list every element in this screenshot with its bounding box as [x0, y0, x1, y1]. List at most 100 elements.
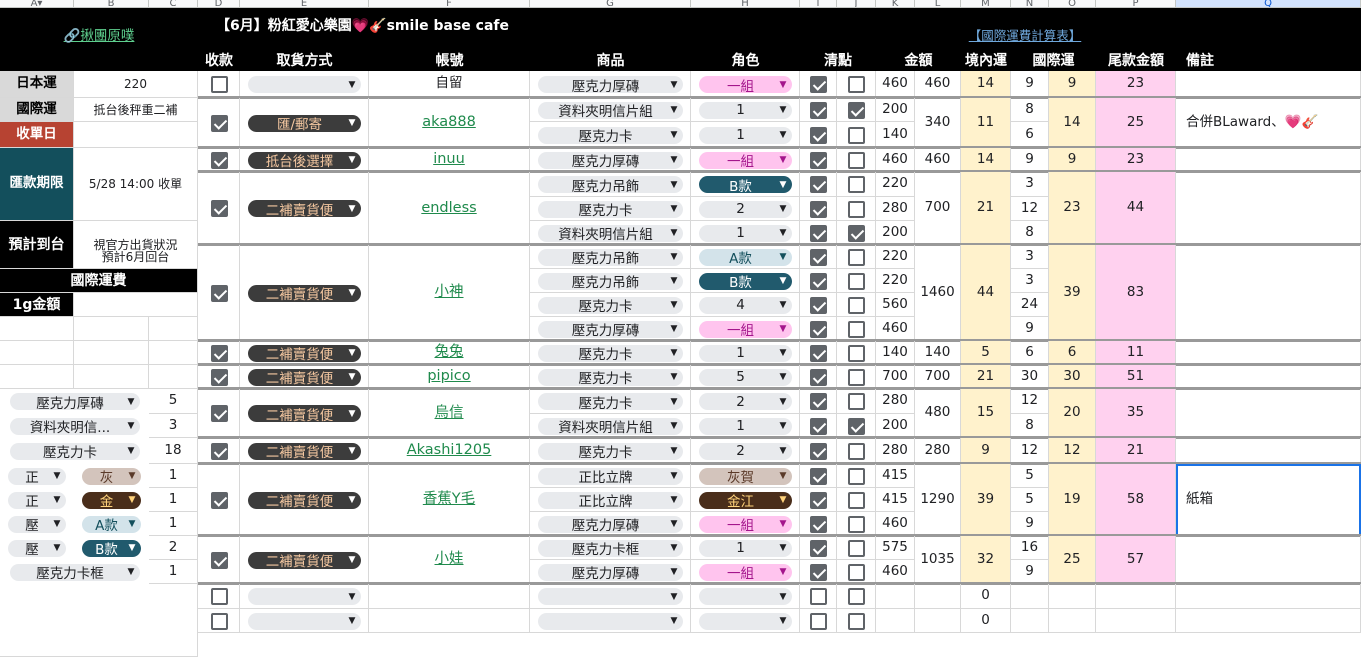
tally2-checkbox[interactable] — [848, 224, 865, 242]
role-dropdown[interactable]: ▼ — [699, 612, 792, 630]
left-item-3-a[interactable]: 正 ▼ — [8, 467, 66, 486]
tally-checkbox[interactable] — [810, 612, 827, 630]
column-header-K[interactable]: K — [876, 0, 915, 8]
blank-a[interactable] — [0, 341, 74, 365]
weight-cell[interactable] — [1011, 609, 1049, 633]
tally-checkbox[interactable] — [810, 76, 827, 93]
account-link[interactable]: 自留 — [369, 71, 530, 98]
left-item-5-a[interactable]: 壓 ▼ — [8, 515, 66, 534]
balance-cell[interactable] — [1096, 584, 1176, 609]
tally2-checkbox[interactable] — [848, 200, 865, 218]
tally2-checkbox[interactable] — [848, 176, 865, 193]
note-cell[interactable] — [1176, 341, 1361, 365]
left-item-1[interactable]: 資料夾明信... ▼ — [10, 417, 140, 436]
role-dropdown[interactable]: 一組 ▼ — [699, 76, 792, 95]
amount-cell[interactable] — [915, 584, 961, 609]
product-dropdown[interactable]: 壓克力卡 ▼ — [538, 126, 683, 145]
paid-checkbox[interactable] — [210, 344, 228, 362]
tally2-checkbox[interactable] — [848, 101, 865, 119]
intl-cell[interactable] — [1049, 609, 1096, 633]
blank-c[interactable] — [149, 317, 198, 341]
pickup-dropdown[interactable]: 二補賣貨便 ▼ — [248, 368, 361, 387]
column-header-H[interactable]: H — [691, 0, 800, 8]
tally2-checkbox[interactable] — [848, 320, 865, 338]
role-dropdown[interactable]: 2 ▼ — [699, 442, 792, 460]
product-dropdown[interactable]: 壓克力厚磚 ▼ — [538, 151, 683, 170]
product-dropdown[interactable]: ▼ — [538, 588, 683, 605]
column-header-C[interactable]: C — [149, 0, 198, 8]
role-dropdown[interactable]: 1 ▼ — [699, 417, 792, 435]
paid-checkbox[interactable] — [210, 114, 228, 132]
tally2-checkbox[interactable] — [848, 515, 865, 533]
chevron-down-icon[interactable]: ▾ — [37, 0, 42, 7]
column-header-P[interactable]: P — [1096, 0, 1176, 8]
price-cell[interactable] — [876, 584, 915, 609]
role-dropdown[interactable]: 1 ▼ — [699, 344, 792, 362]
product-dropdown[interactable]: 資料夾明信片組 ▼ — [538, 417, 683, 436]
tally2-checkbox[interactable] — [848, 442, 865, 460]
tally-checkbox[interactable] — [810, 539, 827, 557]
column-header-M[interactable]: M — [961, 0, 1011, 8]
intl-cell[interactable] — [1049, 584, 1096, 609]
intl-shipping-link[interactable]: 【國際運費計算表】 — [915, 26, 1135, 46]
paid-checkbox[interactable] — [210, 612, 228, 630]
note-cell[interactable] — [1176, 365, 1361, 389]
left-item-6-b[interactable]: B款 ▼ — [82, 539, 141, 558]
tally2-checkbox[interactable] — [848, 563, 865, 581]
note-cell[interactable] — [1176, 71, 1361, 98]
paid-checkbox[interactable] — [210, 284, 228, 302]
account-link[interactable]: 小娃 — [369, 536, 530, 584]
note-cell[interactable] — [1176, 389, 1361, 438]
account-cell[interactable] — [369, 584, 530, 609]
role-dropdown[interactable]: 一組 ▼ — [699, 320, 792, 339]
tally2-checkbox[interactable] — [848, 344, 865, 362]
tally-checkbox[interactable] — [810, 467, 827, 485]
product-dropdown[interactable]: 正比立牌 ▼ — [538, 491, 683, 510]
tally-checkbox[interactable] — [810, 176, 827, 193]
product-dropdown[interactable]: 壓克力厚磚 ▼ — [538, 76, 683, 95]
account-link[interactable]: aka888 — [369, 98, 530, 148]
balance-cell[interactable] — [1096, 609, 1176, 633]
column-header-B[interactable]: B — [74, 0, 149, 8]
product-dropdown[interactable]: 壓克力吊飾 ▼ — [538, 176, 683, 195]
tally2-checkbox[interactable] — [848, 612, 865, 630]
column-header-A[interactable]: A ▾ — [0, 0, 74, 8]
account-link[interactable]: 兔兔 — [369, 341, 530, 365]
role-dropdown[interactable]: 2 ▼ — [699, 393, 792, 410]
role-dropdown[interactable]: 1 ▼ — [699, 539, 792, 557]
tally-checkbox[interactable] — [810, 224, 827, 242]
weight-cell[interactable] — [1011, 584, 1049, 609]
left-item-3-b[interactable]: 灰 ▼ — [82, 467, 141, 486]
paid-checkbox[interactable] — [210, 76, 228, 93]
paid-checkbox[interactable] — [210, 588, 228, 605]
account-link[interactable]: 香蕉Y毛 — [369, 464, 530, 536]
account-link[interactable]: pipico — [369, 365, 530, 389]
blank-a[interactable] — [0, 365, 74, 389]
pickup-dropdown[interactable]: 二補賣貨便 ▼ — [248, 344, 361, 363]
role-dropdown[interactable]: 2 ▼ — [699, 200, 792, 218]
column-header-D[interactable]: D — [198, 0, 240, 8]
product-dropdown[interactable]: 壓克力卡 ▼ — [538, 442, 683, 461]
note-cell[interactable] — [1176, 536, 1361, 584]
paid-checkbox[interactable] — [210, 368, 228, 386]
account-link[interactable]: endless — [369, 172, 530, 245]
account-link[interactable]: 烏信 — [369, 389, 530, 438]
paid-checkbox[interactable] — [210, 551, 228, 569]
tally2-checkbox[interactable] — [848, 248, 865, 266]
column-header-N[interactable]: N — [1011, 0, 1049, 8]
tally2-checkbox[interactable] — [848, 467, 865, 485]
pickup-dropdown[interactable]: 二補賣貨便 ▼ — [248, 551, 361, 570]
pickup-dropdown[interactable]: 二補賣貨便 ▼ — [248, 442, 361, 461]
tally-checkbox[interactable] — [810, 344, 827, 362]
tally-checkbox[interactable] — [810, 248, 827, 266]
paid-checkbox[interactable] — [210, 491, 228, 509]
blank-left[interactable] — [0, 584, 198, 657]
product-dropdown[interactable]: 正比立牌 ▼ — [538, 467, 683, 486]
amount-cell[interactable] — [915, 609, 961, 633]
note-cell[interactable]: 合併BLaward、💗🎸 — [1176, 98, 1361, 148]
tally2-checkbox[interactable] — [848, 417, 865, 435]
original-post-link[interactable]: 🔗揪團原噗 — [0, 18, 198, 56]
note-cell[interactable] — [1176, 245, 1361, 341]
tally2-checkbox[interactable] — [848, 588, 865, 605]
left-item-5-b[interactable]: A款 ▼ — [82, 515, 141, 534]
